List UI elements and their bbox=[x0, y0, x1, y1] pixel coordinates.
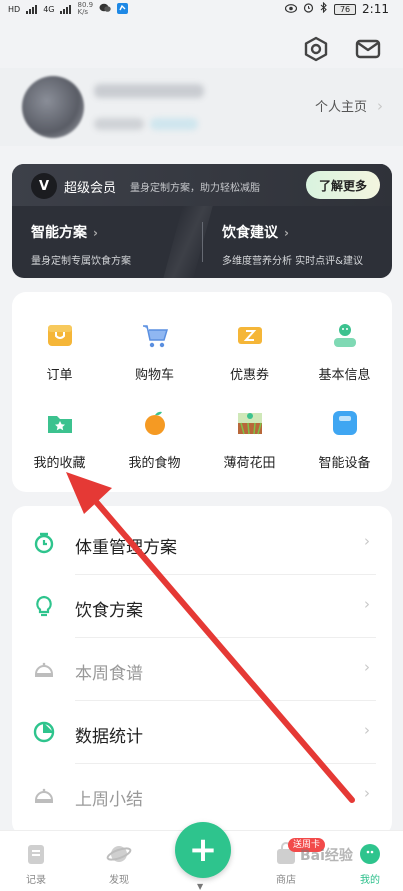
signal-label-1: HD bbox=[8, 4, 21, 14]
list-item-label: 上周小结 bbox=[75, 790, 143, 810]
chevron-right-icon: › bbox=[364, 784, 370, 802]
bluetooth-icon bbox=[320, 1, 328, 16]
tab-discover[interactable]: 发现 bbox=[89, 841, 149, 886]
user-tag-blurred bbox=[150, 118, 198, 130]
smart-scale-icon bbox=[330, 408, 360, 438]
chevron-right-icon: › bbox=[364, 532, 370, 550]
chevron-right-icon: › bbox=[364, 721, 370, 739]
mine-profile-icon bbox=[357, 841, 383, 867]
signal-label-2: 4G bbox=[43, 4, 55, 14]
cloche-icon bbox=[32, 783, 56, 807]
status-bar: HD 4G 80.9 K/s 76 2:11 bbox=[0, 0, 403, 22]
alarm-clock-icon bbox=[32, 531, 56, 555]
avatar[interactable] bbox=[22, 76, 84, 138]
list-item-diet-plan[interactable]: 饮食方案 › bbox=[12, 575, 392, 638]
battery-icon: 76 bbox=[334, 3, 357, 15]
learn-more-button[interactable]: 了解更多 bbox=[306, 171, 380, 199]
eye-icon bbox=[284, 2, 298, 16]
signal-strength-icon bbox=[60, 4, 72, 14]
cloche-icon bbox=[32, 657, 56, 681]
super-vip-card[interactable]: V 超级会员 量身定制方案，助力轻松减脂 了解更多 智能方案 › 量身定制专属饮食… bbox=[12, 164, 392, 278]
favorites-folder-icon bbox=[45, 408, 75, 438]
diet-advice-title: 饮食建议 bbox=[222, 225, 278, 241]
shopping-cart-icon bbox=[140, 320, 170, 350]
function-grid: 订单 购物车 优惠券 基本信息 我的收藏 我的食物 薄荷花田 智能设备 bbox=[12, 292, 392, 492]
list-item-label: 饮食方案 bbox=[75, 601, 143, 621]
grid-item-smart-devices[interactable]: 智能设备 bbox=[297, 408, 392, 471]
list-item-label: 数据统计 bbox=[75, 727, 143, 747]
vip-title: 超级会员 bbox=[64, 181, 117, 196]
vip-logo-icon: V bbox=[31, 173, 57, 199]
personal-homepage-label: 个人主页 bbox=[314, 100, 367, 115]
settings-hexagon-icon[interactable] bbox=[303, 36, 329, 62]
chevron-right-icon: › bbox=[377, 96, 383, 115]
grid-item-orders[interactable]: 订单 bbox=[12, 320, 107, 383]
list-item-label: 体重管理方案 bbox=[75, 538, 177, 558]
chevron-down-icon: ▼ bbox=[197, 882, 204, 891]
lightbulb-icon bbox=[32, 594, 56, 618]
basic-info-icon bbox=[330, 320, 360, 350]
record-notebook-icon bbox=[23, 841, 49, 867]
orange-fruit-icon bbox=[140, 408, 170, 438]
chevron-right-icon: › bbox=[93, 226, 98, 240]
grid-item-basic-info[interactable]: 基本信息 bbox=[297, 320, 392, 383]
list-item-weekly-recipe[interactable]: 本周食谱 › bbox=[12, 638, 392, 701]
chevron-right-icon: › bbox=[364, 595, 370, 613]
plan-list: 体重管理方案 › 饮食方案 › 本周食谱 › 数据统计 › 上周小结 › bbox=[12, 506, 392, 836]
smart-plan-entry[interactable]: 智能方案 › 量身定制专属饮食方案 bbox=[31, 222, 131, 267]
diet-advice-entry[interactable]: 饮食建议 › 多维度营养分析 实时点评&建议 bbox=[222, 222, 363, 267]
grid-item-favorites[interactable]: 我的收藏 bbox=[12, 408, 107, 471]
signal-strength-icon bbox=[26, 4, 38, 14]
add-record-button[interactable]: + bbox=[175, 822, 231, 878]
net-speed: 80.9 K/s bbox=[77, 1, 94, 16]
tab-mine[interactable]: 我的 bbox=[340, 841, 400, 886]
diet-advice-desc: 多维度营养分析 实时点评&建议 bbox=[222, 256, 363, 267]
grid-item-mint-farm[interactable]: 薄荷花田 bbox=[202, 408, 297, 471]
tab-record[interactable]: 记录 bbox=[6, 841, 66, 886]
farm-field-icon bbox=[235, 408, 265, 438]
order-icon bbox=[45, 320, 75, 350]
chevron-right-icon: › bbox=[284, 226, 289, 240]
message-mail-icon[interactable] bbox=[355, 36, 381, 62]
coupon-icon bbox=[235, 320, 265, 350]
pie-chart-icon bbox=[32, 720, 56, 744]
planet-icon bbox=[106, 841, 132, 867]
user-tag-blurred bbox=[94, 118, 144, 130]
smart-plan-desc: 量身定制专属饮食方案 bbox=[31, 256, 131, 267]
list-item-weight-plan[interactable]: 体重管理方案 › bbox=[12, 512, 392, 575]
personal-homepage-link[interactable]: 个人主页 › bbox=[314, 96, 383, 116]
list-item-statistics[interactable]: 数据统计 › bbox=[12, 701, 392, 764]
smart-plan-title: 智能方案 bbox=[31, 225, 87, 241]
vip-subtitle: 量身定制方案，助力轻松减脂 bbox=[130, 183, 260, 194]
profile-header[interactable]: 个人主页 › bbox=[0, 68, 403, 146]
list-item-label: 本周食谱 bbox=[75, 664, 143, 684]
username-blurred bbox=[94, 84, 204, 98]
app-notification-icon bbox=[117, 2, 129, 16]
list-item-last-week-summary[interactable]: 上周小结 › bbox=[12, 764, 392, 827]
shop-promo-badge: 送周卡 bbox=[288, 838, 326, 852]
grid-item-cart[interactable]: 购物车 bbox=[107, 320, 202, 383]
grid-item-coupons[interactable]: 优惠券 bbox=[202, 320, 297, 383]
wechat-icon bbox=[99, 3, 111, 15]
chevron-right-icon: › bbox=[364, 658, 370, 676]
grid-item-my-food[interactable]: 我的食物 bbox=[107, 408, 202, 471]
alarm-icon bbox=[303, 2, 314, 16]
clock-time: 2:11 bbox=[362, 2, 389, 16]
